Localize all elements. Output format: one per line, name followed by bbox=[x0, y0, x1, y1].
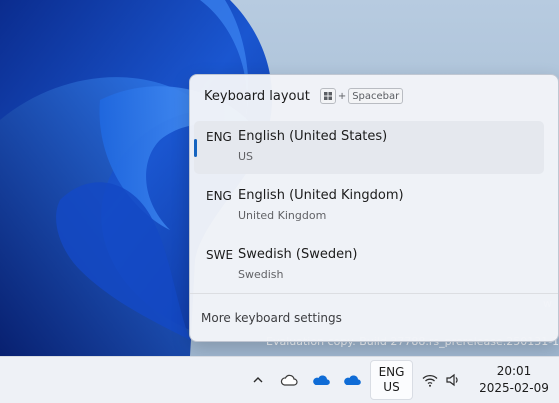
onedrive-icon[interactable] bbox=[312, 371, 330, 389]
layout-code: ENG bbox=[206, 130, 232, 144]
layout-code: SWE bbox=[206, 248, 234, 262]
layout-code: ENG bbox=[206, 189, 232, 203]
spacebar-key: Spacebar bbox=[348, 88, 404, 104]
shortcut-plus: + bbox=[337, 90, 347, 102]
speaker-icon[interactable] bbox=[444, 371, 462, 389]
taskbar: ENG US 20:01 2025-02-09 bbox=[0, 356, 559, 403]
keyboard-layout-flyout: Keyboard layout + Spacebar ENG English (… bbox=[189, 74, 559, 342]
language-region: US bbox=[383, 380, 400, 394]
layout-sub: United Kingdom bbox=[238, 209, 327, 222]
layout-item-english-us[interactable]: ENG English (United States) US bbox=[194, 121, 544, 174]
layout-sub: US bbox=[238, 150, 254, 163]
clock-date: 2025-02-09 bbox=[479, 381, 549, 395]
flyout-header: Keyboard layout + Spacebar bbox=[204, 87, 404, 105]
selection-indicator bbox=[194, 139, 197, 157]
layout-name: English (United States) bbox=[238, 129, 388, 144]
language-indicator-button[interactable]: ENG US bbox=[370, 360, 413, 400]
wifi-icon[interactable] bbox=[421, 371, 439, 389]
layout-item-english-uk[interactable]: ENG English (United Kingdom) United King… bbox=[194, 180, 544, 233]
more-keyboard-settings-link[interactable]: More keyboard settings bbox=[201, 311, 342, 325]
taskbar-clock[interactable]: 20:01 2025-02-09 bbox=[472, 363, 556, 397]
language-code: ENG bbox=[378, 365, 405, 379]
chevron-up-icon[interactable] bbox=[249, 371, 267, 389]
windows-key-icon bbox=[319, 88, 336, 104]
clock-time: 20:01 bbox=[496, 364, 532, 378]
layout-sub: Swedish bbox=[238, 268, 284, 281]
flyout-divider bbox=[190, 293, 558, 294]
layout-item-swedish[interactable]: SWE Swedish (Sweden) Swedish bbox=[194, 239, 544, 292]
layout-name: Swedish (Sweden) bbox=[238, 247, 358, 262]
cloud-icon[interactable] bbox=[280, 371, 298, 389]
shortcut-hint: + Spacebar bbox=[319, 88, 404, 104]
onedrive-icon[interactable] bbox=[343, 371, 361, 389]
layout-name: English (United Kingdom) bbox=[238, 188, 404, 203]
flyout-title: Keyboard layout bbox=[204, 88, 310, 104]
